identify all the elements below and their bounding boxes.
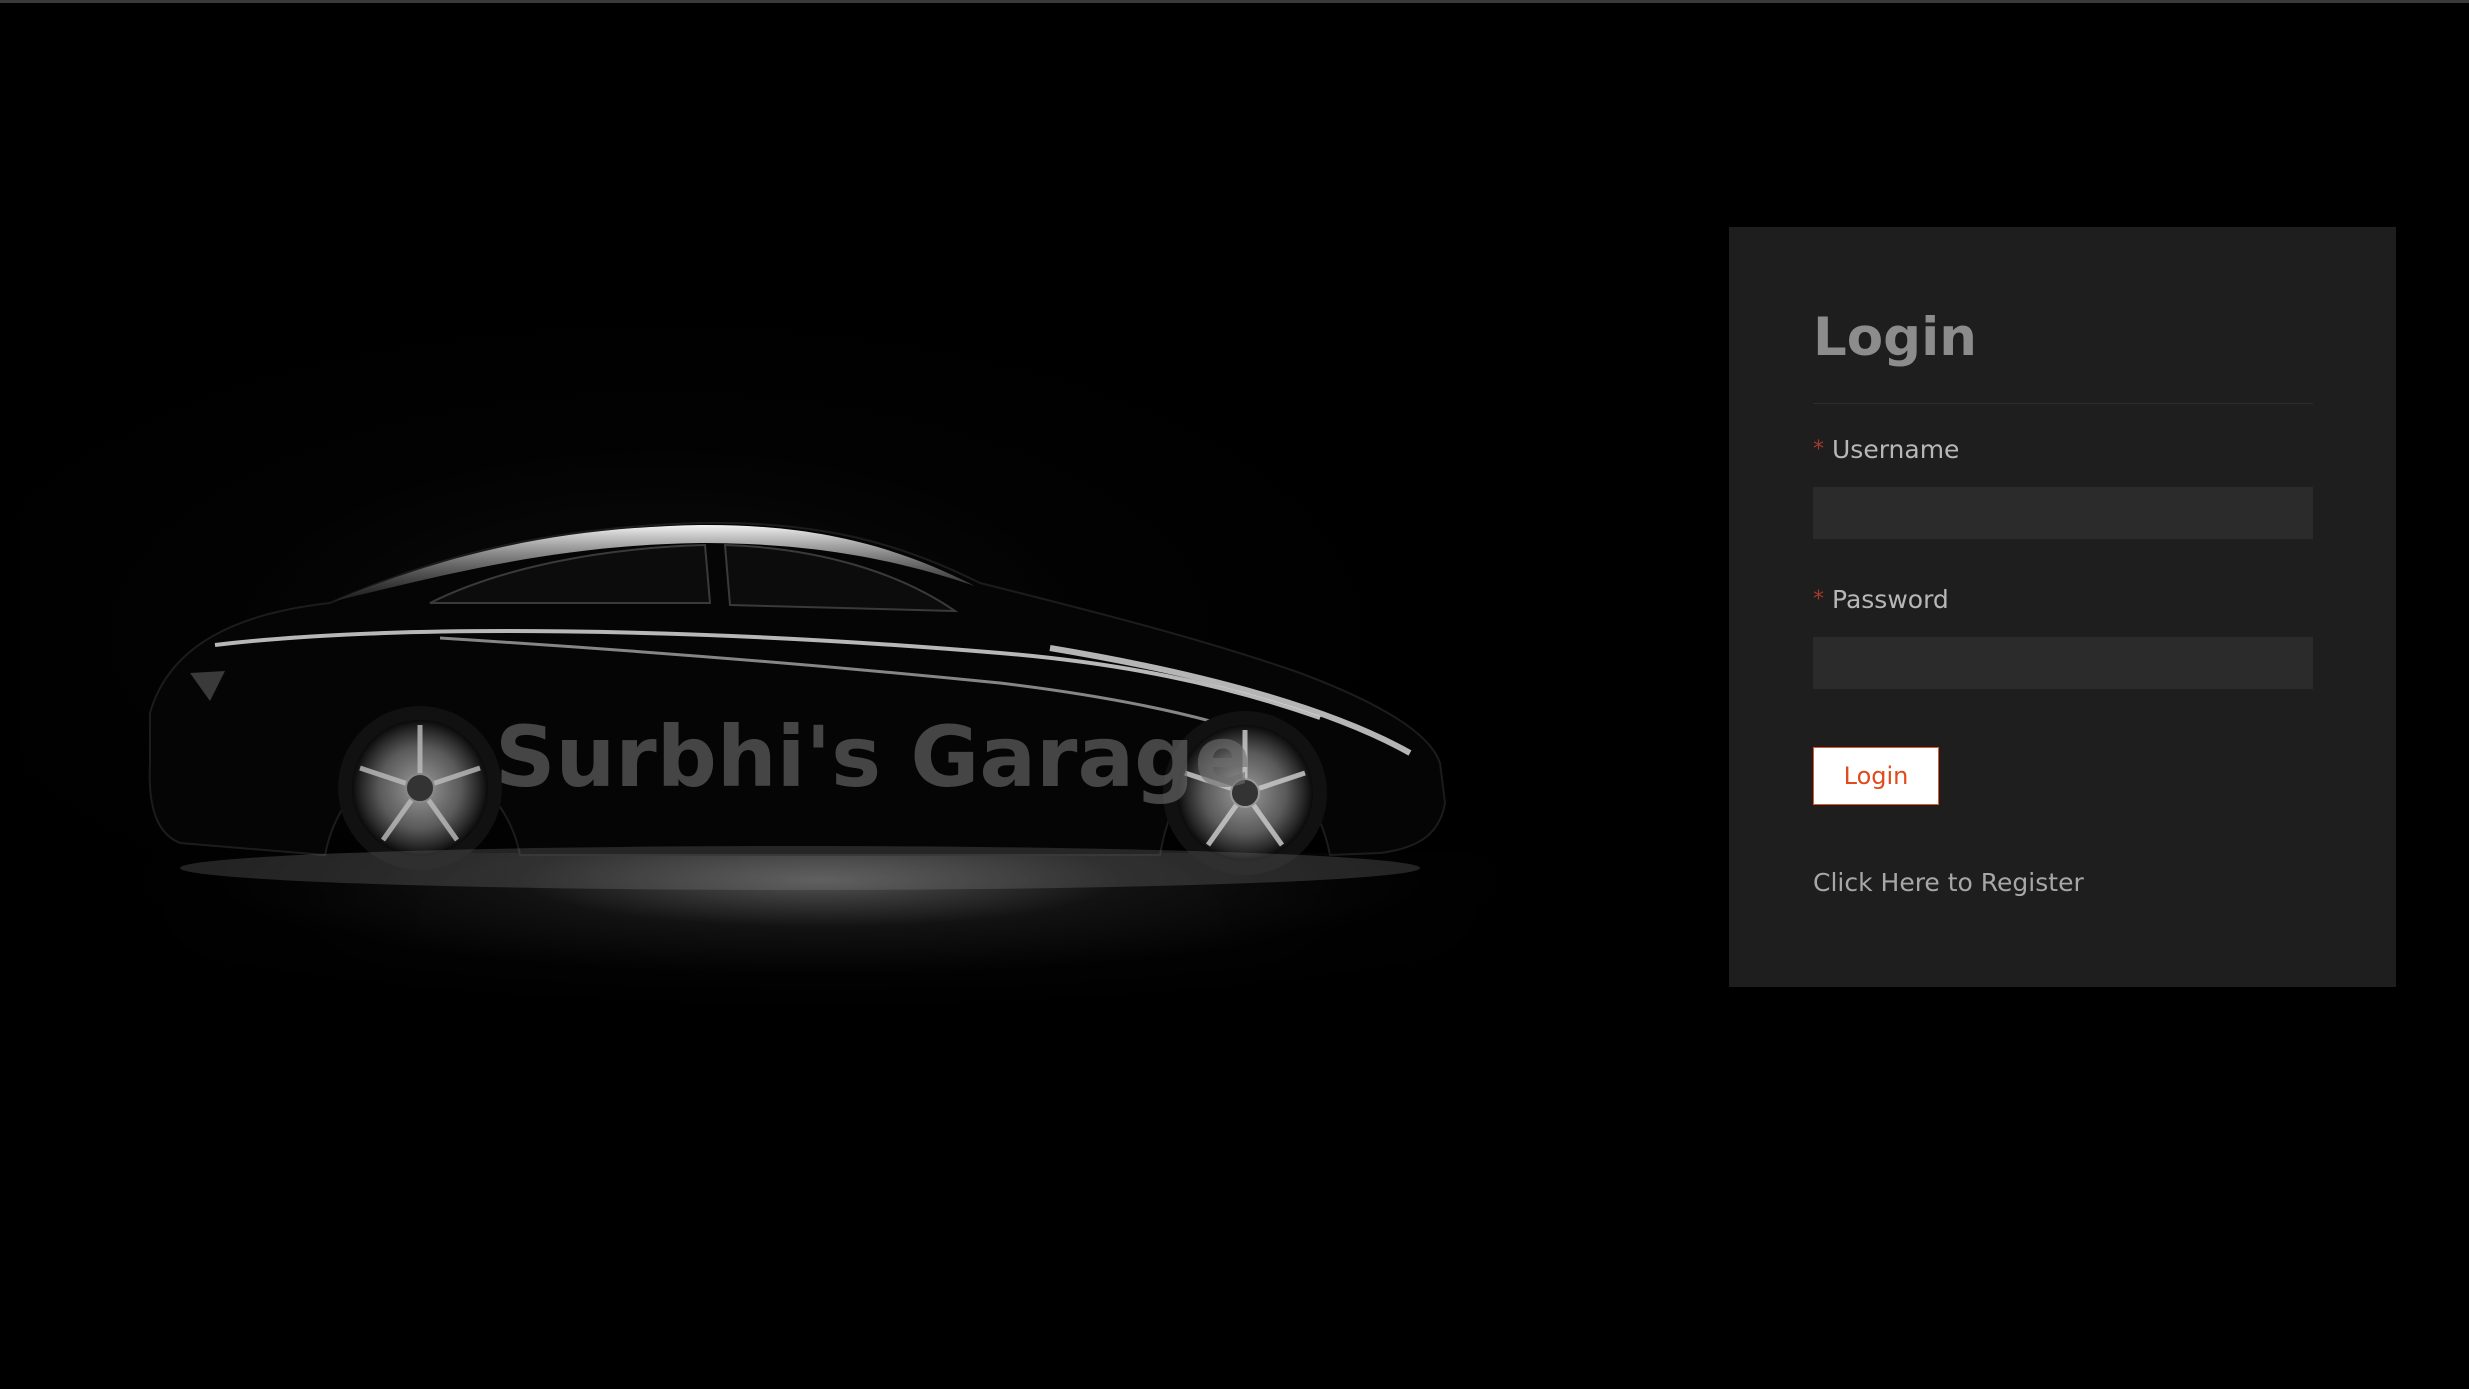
rear-wheel xyxy=(338,706,502,870)
password-label-text: Password xyxy=(1832,585,1949,614)
password-label: * Password xyxy=(1813,585,1949,614)
required-asterisk-icon: * xyxy=(1813,587,1824,612)
car-ground-light xyxy=(180,846,1420,890)
username-input[interactable] xyxy=(1813,487,2313,539)
required-asterisk-icon: * xyxy=(1813,437,1824,462)
login-page: Surbhi's Garage Login * Username * Passwor… xyxy=(0,0,2469,1389)
login-divider xyxy=(1813,403,2313,404)
password-input[interactable] xyxy=(1813,637,2313,689)
hero-banner: Surbhi's Garage xyxy=(0,243,1640,1123)
login-button[interactable]: Login xyxy=(1813,747,1939,805)
login-panel: Login * Username * Password Login Click He… xyxy=(1729,227,2396,987)
login-heading: Login xyxy=(1813,307,1978,368)
register-link[interactable]: Click Here to Register xyxy=(1813,868,2084,897)
username-label: * Username xyxy=(1813,435,1959,464)
username-label-text: Username xyxy=(1832,435,1960,464)
garage-title: Surbhi's Garage xyxy=(495,708,1252,806)
car-image xyxy=(148,521,1447,890)
